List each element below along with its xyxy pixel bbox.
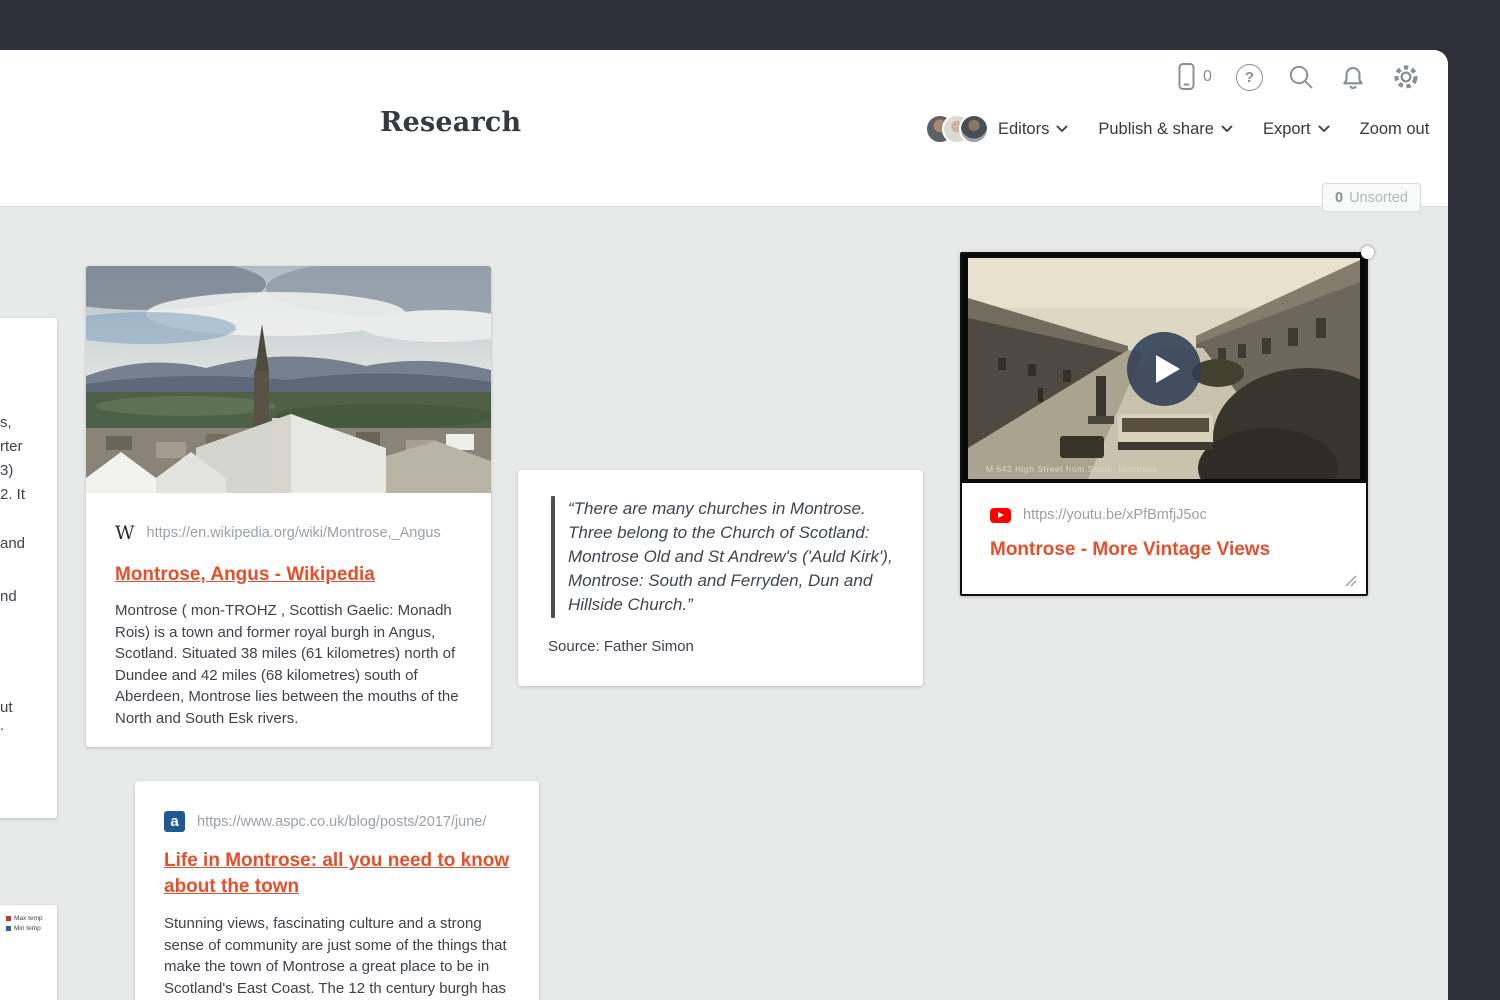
- chevron-down-icon: [1221, 125, 1233, 133]
- youtube-url[interactable]: https://youtu.be/xPfBmfjJ5oc: [1023, 507, 1207, 523]
- legend-item-max-temp: Max temp: [6, 915, 43, 922]
- wikipedia-url[interactable]: https://en.wikipedia.org/wiki/Montrose,_…: [147, 525, 462, 541]
- milanote-board-page: Research 0 ?: [0, 0, 1500, 1000]
- editors-dropdown[interactable]: Editors: [925, 114, 1068, 144]
- gear-icon: [1391, 62, 1421, 92]
- settings-button[interactable]: [1391, 62, 1421, 92]
- notifications-button[interactable]: [1339, 63, 1367, 92]
- wikipedia-card-title-link[interactable]: Montrose, Angus - Wikipedia: [115, 562, 375, 588]
- wikipedia-url-row: W https://en.wikipedia.org/wiki/Montrose…: [115, 523, 462, 543]
- aspc-url-row: a https://www.aspc.co.uk/blog/posts/2017…: [164, 811, 510, 832]
- device-count: 0: [1203, 68, 1212, 86]
- text-fragment: 3): [0, 462, 13, 479]
- search-icon: [1287, 63, 1315, 91]
- quote-card-body: “There are many churches in Montrose. Th…: [518, 470, 923, 655]
- quote-text: “There are many churches in Montrose. Th…: [568, 497, 900, 617]
- header-icon-row: 0 ?: [1176, 60, 1421, 94]
- text-fragment: s,: [0, 414, 12, 431]
- selection-handle[interactable]: [1361, 246, 1374, 259]
- text-fragment: .: [0, 717, 4, 734]
- play-icon: [1156, 355, 1180, 383]
- partial-chart-card[interactable]: Max temp Min temp: [0, 905, 57, 1000]
- editors-label: Editors: [998, 120, 1049, 139]
- wikipedia-card-body: W https://en.wikipedia.org/wiki/Montrose…: [86, 493, 491, 729]
- legend-swatch-icon: [6, 916, 11, 921]
- zoom-out-label: Zoom out: [1360, 120, 1430, 139]
- quote-card[interactable]: “There are many churches in Montrose. Th…: [518, 470, 923, 686]
- text-fragment: 2. It: [0, 486, 25, 503]
- quote-source: Source: Father Simon: [548, 638, 893, 655]
- aspc-card-description: Stunning views, fascinating culture and …: [164, 913, 510, 1000]
- youtube-url-row: https://youtu.be/xPfBmfjJ5oc: [990, 507, 1338, 523]
- aspc-favicon-icon: a: [164, 811, 185, 832]
- chevron-down-icon: [1056, 125, 1068, 133]
- mobile-device-button[interactable]: 0: [1176, 62, 1212, 92]
- help-button[interactable]: ?: [1236, 64, 1263, 91]
- wikipedia-link-card[interactable]: W https://en.wikipedia.org/wiki/Montrose…: [86, 266, 491, 747]
- youtube-video-card[interactable]: M 643 High Street from South, Montrose h…: [960, 252, 1368, 596]
- thumbnail-caption: M 643 High Street from South, Montrose: [986, 464, 1158, 474]
- text-fragment: and: [0, 535, 25, 552]
- search-button[interactable]: [1287, 63, 1315, 91]
- avatar: [959, 114, 989, 144]
- help-icon: ?: [1236, 64, 1263, 91]
- text-fragment: rter: [0, 438, 23, 455]
- aspc-url[interactable]: https://www.aspc.co.uk/blog/posts/2017/j…: [197, 814, 486, 830]
- bell-icon: [1339, 63, 1367, 92]
- header-toolbar: Editors Publish & share Export Zoom out: [925, 112, 1429, 146]
- unsorted-label: Unsorted: [1349, 190, 1408, 206]
- youtube-icon: [990, 508, 1011, 523]
- partial-text-card[interactable]: s, rter 3) 2. It and nd ut .: [0, 318, 57, 818]
- resize-handle-icon[interactable]: [1343, 573, 1358, 588]
- play-button[interactable]: [1127, 332, 1201, 406]
- unsorted-count: 0: [1335, 190, 1343, 206]
- chart-legend: Max temp Min temp: [6, 915, 43, 932]
- publish-share-dropdown[interactable]: Publish & share: [1098, 120, 1233, 139]
- wikipedia-icon: W: [115, 523, 135, 543]
- legend-item-min-temp: Min temp: [6, 925, 43, 932]
- chevron-down-icon: [1318, 125, 1330, 133]
- youtube-card-body: https://youtu.be/xPfBmfjJ5oc Montrose - …: [962, 483, 1366, 594]
- mobile-device-icon: [1176, 62, 1197, 92]
- export-dropdown[interactable]: Export: [1263, 120, 1330, 139]
- aspc-card-title-link[interactable]: Life in Montrose: all you need to know a…: [164, 848, 520, 900]
- youtube-card-title-link[interactable]: Montrose - More Vintage Views: [990, 537, 1270, 563]
- quote-bar: [551, 496, 555, 618]
- wikipedia-thumbnail-image: [86, 266, 491, 493]
- editor-avatars: [925, 114, 989, 144]
- youtube-thumbnail: M 643 High Street from South, Montrose: [962, 254, 1366, 483]
- publish-share-label: Publish & share: [1098, 120, 1214, 139]
- unsorted-badge[interactable]: 0 Unsorted: [1322, 183, 1421, 212]
- aspc-card-body: a https://www.aspc.co.uk/blog/posts/2017…: [135, 781, 539, 1000]
- zoom-out-button[interactable]: Zoom out: [1360, 120, 1430, 139]
- page-title: Research: [380, 107, 521, 138]
- wikipedia-card-description: Montrose ( mon-TROHZ , Scottish Gaelic: …: [115, 600, 462, 729]
- text-fragment: ut: [0, 699, 13, 716]
- aspc-link-card[interactable]: a https://www.aspc.co.uk/blog/posts/2017…: [135, 781, 539, 1000]
- legend-swatch-icon: [6, 926, 11, 931]
- text-fragment: nd: [0, 588, 17, 605]
- export-label: Export: [1263, 120, 1311, 139]
